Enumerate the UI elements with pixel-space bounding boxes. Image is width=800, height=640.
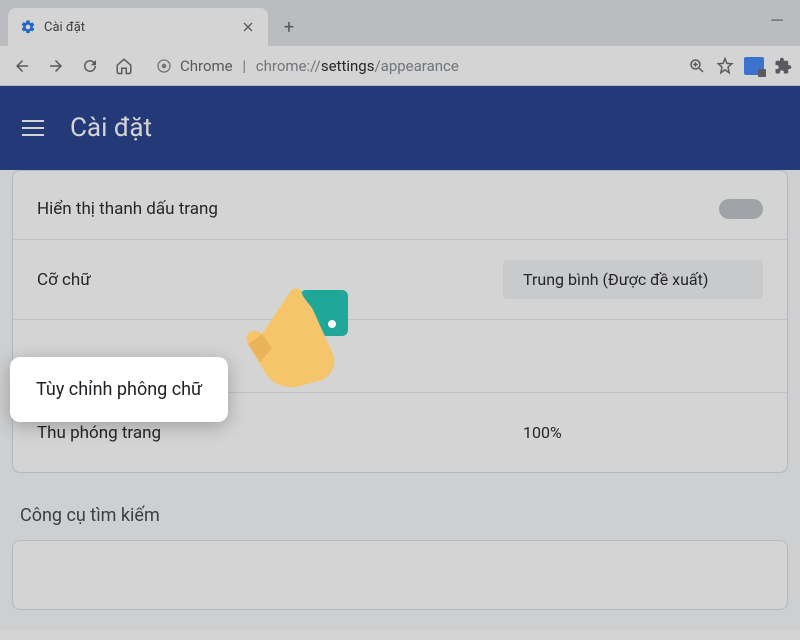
customize-fonts-highlight-label: Tùy chỉnh phông chữ [36, 379, 202, 400]
customize-fonts-highlight[interactable]: Tùy chỉnh phông chữ [10, 357, 228, 422]
page-zoom-label: Thu phóng trang [37, 423, 161, 443]
gear-icon [20, 19, 36, 35]
bookmarks-bar-label: Hiển thị thanh dấu trang [37, 199, 218, 219]
reload-button[interactable] [76, 52, 104, 80]
url-text: Chrome | chrome://settings/appearance [180, 57, 459, 75]
address-bar[interactable]: Chrome | chrome://settings/appearance [144, 51, 682, 81]
font-size-value[interactable]: Trung bình (Được đề xuất) [503, 260, 763, 299]
zoom-icon[interactable] [688, 57, 706, 75]
search-engine-row[interactable] [13, 541, 787, 609]
home-button[interactable] [110, 52, 138, 80]
font-size-label: Cỡ chữ [37, 270, 91, 290]
font-size-row[interactable]: Cỡ chữ Trung bình (Được đề xuất) [13, 239, 787, 319]
pointing-hand-icon [228, 272, 358, 402]
page-title: Cài đặt [70, 113, 152, 143]
menu-icon[interactable] [22, 115, 44, 141]
bookmarks-toggle[interactable] [719, 199, 763, 219]
translate-icon[interactable] [744, 57, 764, 75]
new-tab-button[interactable]: + [274, 12, 304, 42]
page-zoom-value[interactable]: 100% [503, 413, 763, 452]
star-icon[interactable] [716, 57, 734, 75]
settings-header: Cài đặt [0, 86, 800, 170]
bookmarks-bar-row[interactable]: Hiển thị thanh dấu trang [13, 171, 787, 239]
extensions-icon[interactable] [774, 57, 792, 75]
chrome-icon [156, 58, 172, 74]
window-controls: ─ [770, 10, 800, 46]
appearance-card: Hiển thị thanh dấu trang Cỡ chữ Trung bì… [12, 170, 788, 473]
search-engine-card [12, 540, 788, 610]
browser-tab[interactable]: Cài đặt [8, 8, 268, 46]
search-engine-section-title: Công cụ tìm kiếm [8, 473, 792, 540]
minimize-button[interactable]: ─ [770, 10, 784, 30]
forward-button[interactable] [42, 52, 70, 80]
back-button[interactable] [8, 52, 36, 80]
toolbar: Chrome | chrome://settings/appearance [0, 46, 800, 86]
close-icon[interactable] [240, 19, 256, 35]
tab-strip: Cài đặt + ─ [0, 0, 800, 46]
tab-title: Cài đặt [44, 20, 232, 35]
